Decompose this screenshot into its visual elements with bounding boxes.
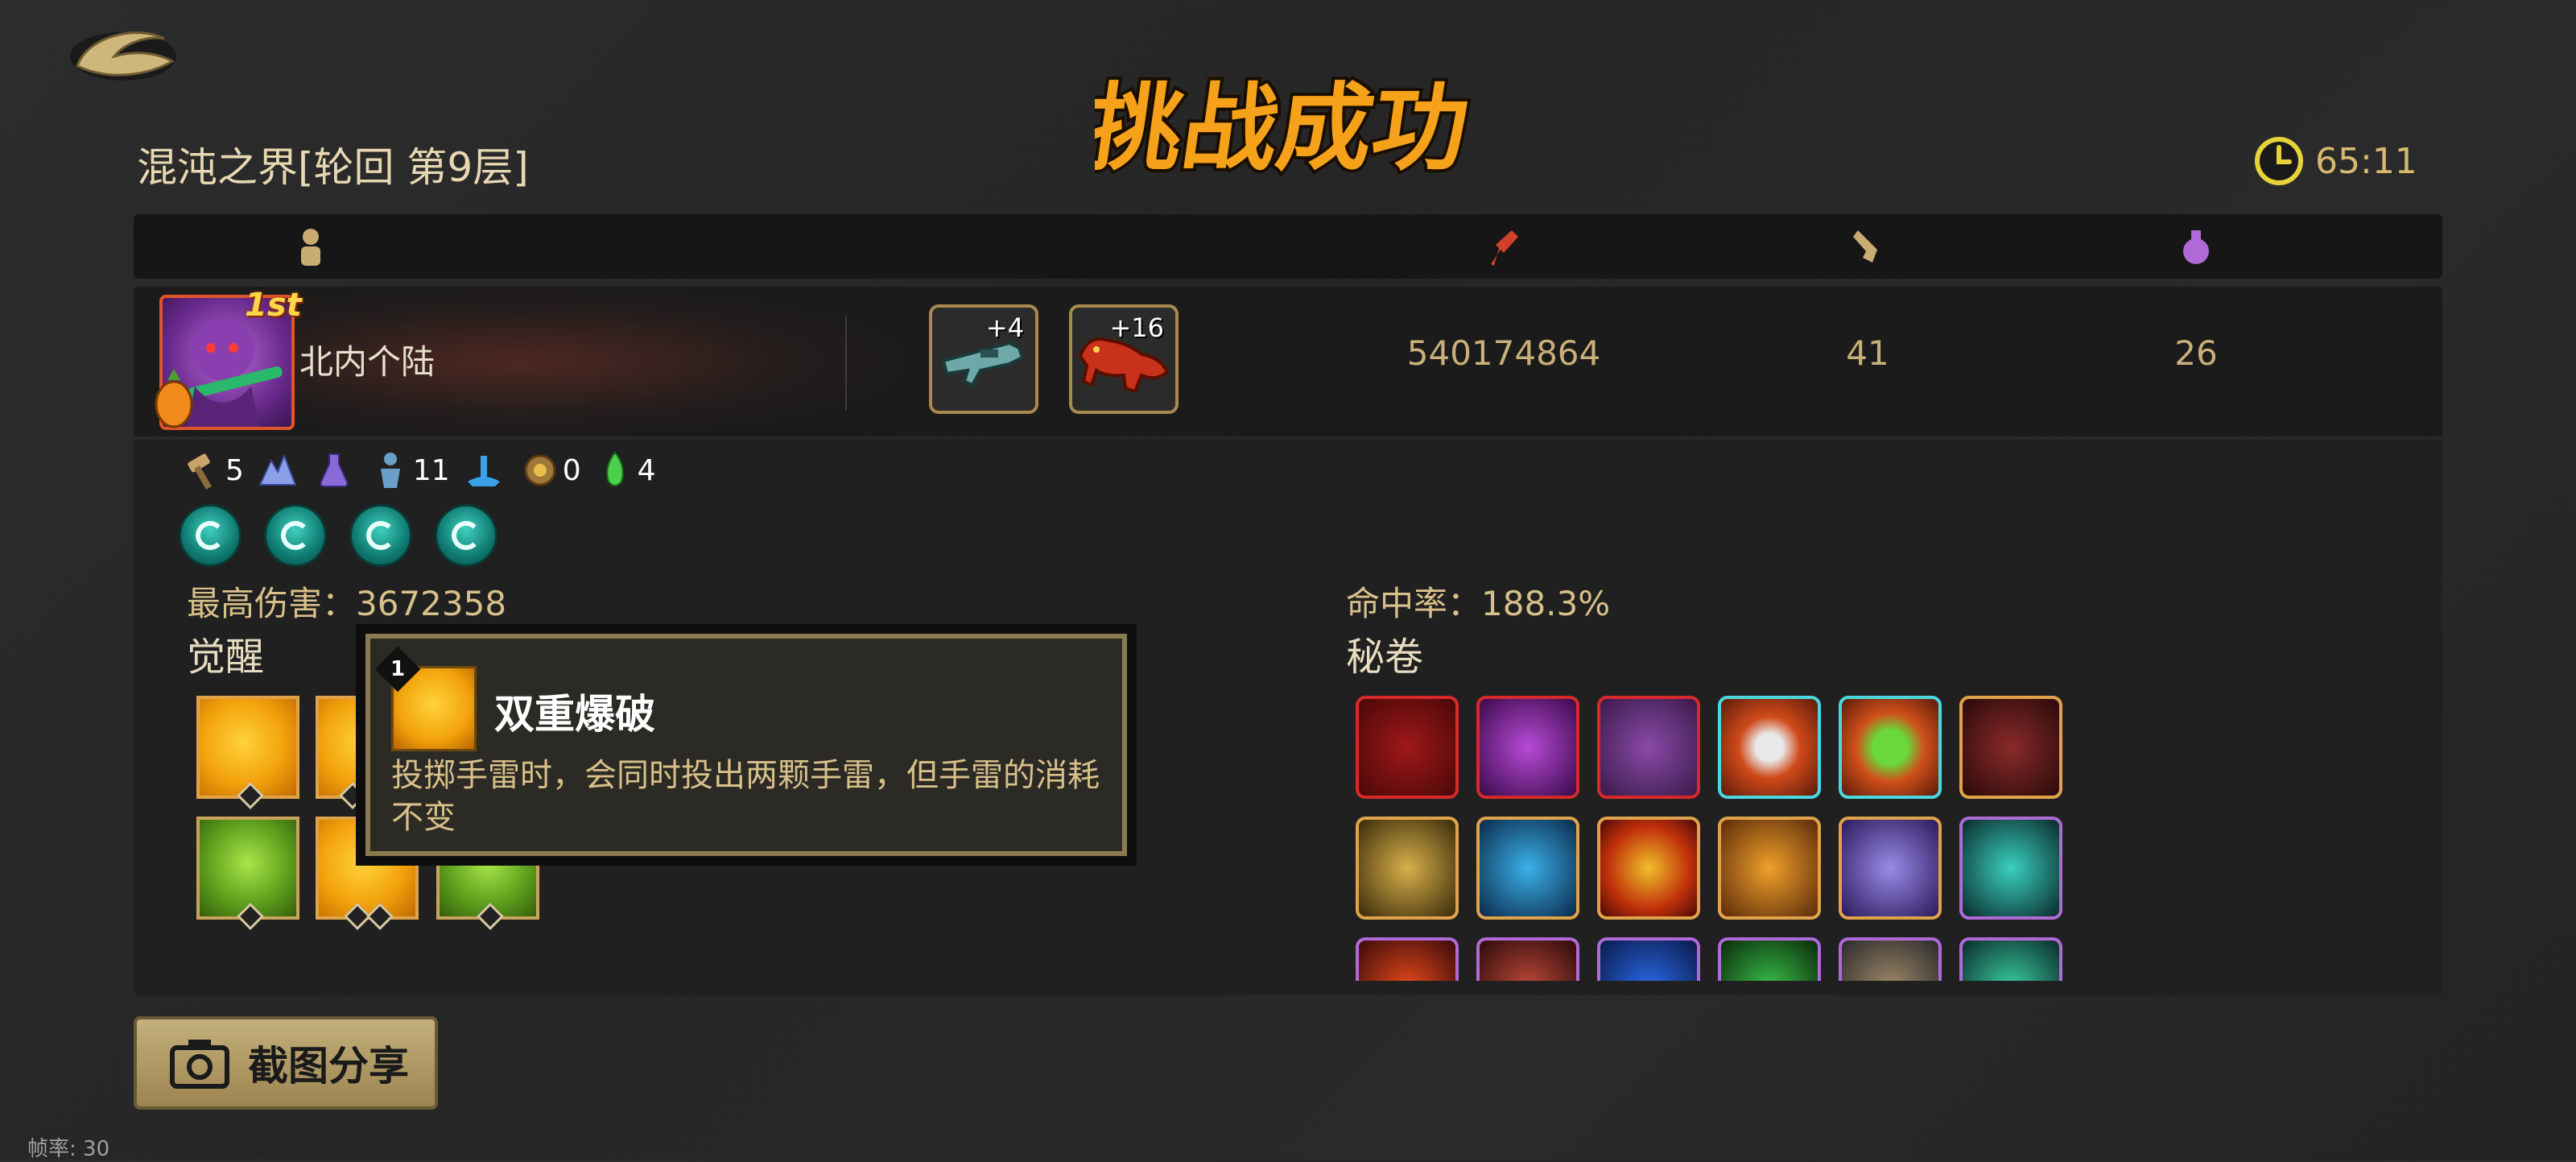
skill-vortex-icon[interactable] bbox=[179, 504, 242, 567]
resource-item: 4 bbox=[594, 449, 656, 491]
hit-rate-stat: 命中率：188.3% bbox=[1346, 577, 1610, 626]
back-button[interactable] bbox=[63, 14, 184, 87]
scroll-boot-icon[interactable] bbox=[1597, 696, 1700, 799]
hit-rate-label: 命中率： bbox=[1346, 584, 1482, 623]
weapon-level: +4 bbox=[985, 312, 1024, 343]
awakening-tooltip: 1 双重爆破 投掷手雷时，会同时投出两颗手雷，但手雷的消耗不变 bbox=[356, 624, 1137, 866]
awakening-icon[interactable] bbox=[196, 817, 299, 930]
skill-slash-icon[interactable] bbox=[349, 504, 412, 567]
pet-carrot-icon bbox=[155, 369, 193, 428]
secret-scrolls-grid bbox=[1356, 694, 2080, 981]
player-result-row: 1st 北内个陆 +4 +16 540174864 41 26 bbox=[134, 287, 2442, 436]
pet-level: +16 bbox=[1109, 312, 1164, 343]
statue-icon bbox=[380, 453, 400, 488]
resource-item bbox=[313, 449, 357, 491]
scroll-red-bird-icon[interactable] bbox=[1356, 696, 1459, 799]
scroll-arrow-up-icon[interactable] bbox=[1597, 817, 1700, 920]
scroll-ghost-icon[interactable] bbox=[1476, 696, 1579, 799]
crystal-icon bbox=[258, 453, 297, 486]
fps-counter: 帧率: 30 bbox=[27, 1137, 110, 1161]
rank-badge: 1st bbox=[245, 287, 302, 324]
row-divider bbox=[845, 316, 847, 411]
tooltip-description: 投掷手雷时，会同时投出两颗手雷，但手雷的消耗不变 bbox=[391, 757, 1100, 836]
scroll-fire-icon[interactable] bbox=[1356, 937, 1459, 981]
potions-value: 26 bbox=[2174, 333, 2218, 373]
back-arrow-icon bbox=[70, 31, 176, 81]
tooltip-title: 双重爆破 bbox=[494, 691, 655, 738]
scroll-icon bbox=[1853, 230, 1877, 263]
scroll-shield-icon[interactable] bbox=[1959, 817, 2062, 920]
scrolls-value: 41 bbox=[1846, 333, 1889, 373]
awakening-icon[interactable] bbox=[196, 696, 299, 809]
resource-count: 4 bbox=[637, 453, 656, 487]
resource-item bbox=[257, 449, 300, 491]
player-icon bbox=[301, 229, 320, 266]
resource-item: 5 bbox=[182, 449, 244, 491]
scroll-blue-armor-icon[interactable] bbox=[1476, 817, 1579, 920]
resource-item: 11 bbox=[369, 449, 450, 491]
resource-item bbox=[463, 449, 506, 491]
scroll-gold-emblem-icon[interactable] bbox=[1356, 817, 1459, 920]
green-potion-icon bbox=[605, 451, 624, 486]
resource-item: 0 bbox=[519, 449, 581, 491]
scroll-white-bird-icon[interactable] bbox=[1718, 696, 1821, 799]
banner-text: 挑战成功 bbox=[1095, 73, 1476, 184]
flask-icon bbox=[320, 453, 349, 487]
scroll-blue-wave-icon[interactable] bbox=[1597, 937, 1700, 981]
resource-count: 0 bbox=[562, 453, 581, 487]
gear-chest-icon bbox=[524, 454, 556, 486]
awakening-title: 觉醒 bbox=[187, 635, 265, 680]
hit-rate-value: 188.3% bbox=[1481, 584, 1611, 623]
screenshot-share-button[interactable]: 截图分享 bbox=[134, 1016, 438, 1110]
scroll-green-gear-icon[interactable] bbox=[1839, 696, 1942, 799]
scroll-book-icon[interactable] bbox=[1839, 817, 1942, 920]
scroll-stone-icon[interactable] bbox=[1839, 937, 1942, 981]
max-damage-stat: 最高伤害：3672358 bbox=[187, 577, 506, 626]
resource-count: 5 bbox=[225, 453, 244, 487]
damage-value: 540174864 bbox=[1406, 333, 1601, 373]
skill-orb-icon[interactable] bbox=[264, 504, 327, 567]
resource-row: 5 11 0 4 bbox=[182, 445, 669, 496]
clock-icon bbox=[2255, 137, 2303, 185]
potion-icon bbox=[2183, 230, 2209, 264]
stage-title: 混沌之界[轮回 第9层] bbox=[137, 144, 529, 191]
timer: 65:11 bbox=[2254, 133, 2417, 189]
equipment-pet-slot[interactable]: +16 bbox=[1069, 304, 1179, 414]
player-name: 北内个陆 bbox=[299, 342, 436, 382]
equipment-weapon-slot[interactable]: +4 bbox=[929, 304, 1038, 414]
max-damage-value: 3672358 bbox=[356, 584, 507, 623]
scroll-gold-fist-icon[interactable] bbox=[1718, 817, 1821, 920]
max-damage-label: 最高伤害： bbox=[187, 584, 357, 623]
fountain-icon bbox=[467, 456, 500, 486]
share-button-label: 截图分享 bbox=[248, 1043, 409, 1090]
scroll-axe-icon[interactable] bbox=[1959, 696, 2062, 799]
hammer-icon bbox=[188, 453, 212, 490]
timer-text: 65:11 bbox=[2315, 140, 2417, 182]
scroll-teal-swirl-icon[interactable] bbox=[1959, 937, 2062, 981]
skill-dash-icon[interactable] bbox=[435, 504, 497, 567]
secret-scrolls-title: 秘卷 bbox=[1346, 635, 1424, 680]
challenge-success-banner: 挑战成功 bbox=[1077, 56, 1481, 193]
scroll-red-tool-icon[interactable] bbox=[1476, 937, 1579, 981]
camera-icon bbox=[170, 1040, 229, 1089]
scroll-green-claw-icon[interactable] bbox=[1718, 937, 1821, 981]
skill-row bbox=[179, 504, 497, 567]
stats-header-bar bbox=[134, 214, 2442, 279]
resource-count: 11 bbox=[412, 453, 450, 487]
damage-icon bbox=[1491, 230, 1518, 266]
